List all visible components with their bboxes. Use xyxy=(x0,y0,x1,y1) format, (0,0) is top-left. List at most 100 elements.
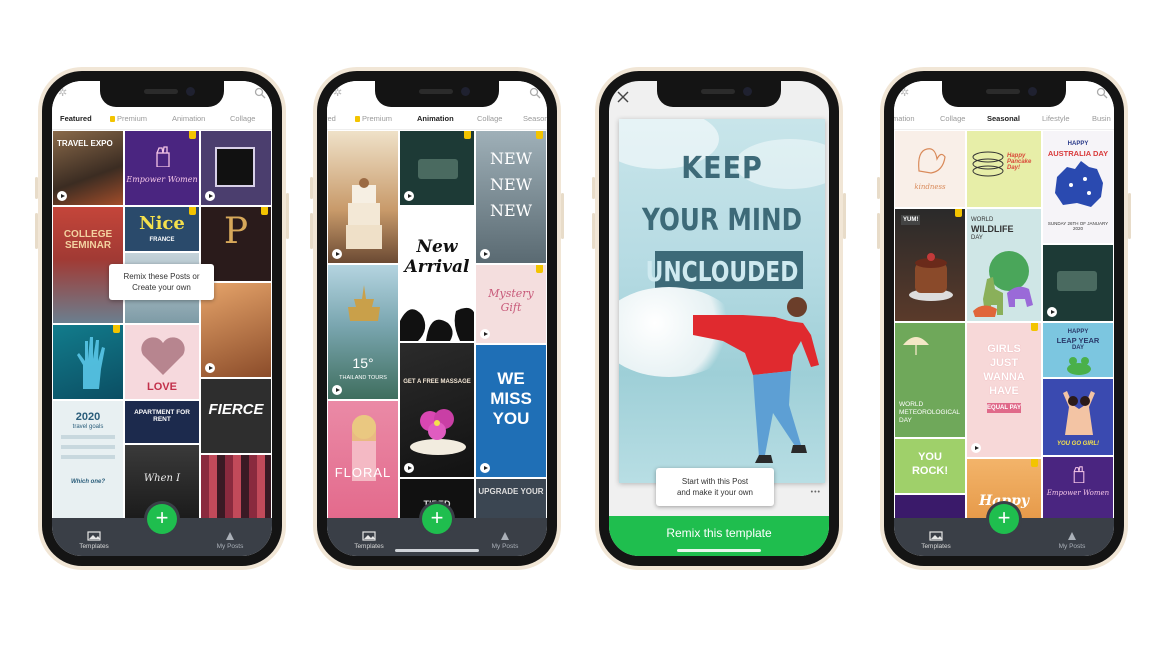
template-tile[interactable]: Empower Women xyxy=(1042,456,1114,518)
play-icon xyxy=(480,249,490,259)
template-tile[interactable] xyxy=(399,130,475,206)
template-tile[interactable]: FLORAL xyxy=(327,400,399,518)
phone-body: ✲ red Premium Animation Collage Season 1… xyxy=(317,71,557,566)
tile-text: HAPPY xyxy=(1067,329,1089,335)
onboarding-tooltip[interactable]: Remix these Posts or Create your own xyxy=(109,264,214,300)
template-tile[interactable]: Nice FRANCE xyxy=(124,206,200,252)
side-button xyxy=(592,213,595,249)
template-tile[interactable] xyxy=(52,324,124,400)
template-tile[interactable]: 15° THAILAND TOURS xyxy=(327,264,399,400)
tab-animation[interactable]: mation xyxy=(894,114,915,123)
nav-my-posts[interactable]: My Posts xyxy=(210,531,250,550)
tab-premium[interactable]: Premium xyxy=(355,114,392,123)
template-tile[interactable]: YOU GO GIRL! xyxy=(1042,378,1114,456)
template-tile[interactable]: New Arrival xyxy=(399,206,475,342)
template-tile[interactable] xyxy=(327,130,399,264)
template-tile[interactable]: WORLD METEOROLOGICAL DAY xyxy=(894,322,966,438)
nav-templates[interactable]: Templates xyxy=(74,531,114,550)
tile-text: JUST xyxy=(989,357,1019,369)
template-tile[interactable]: YUM! xyxy=(894,208,966,322)
tile-text: GET A FREE MASSAGE xyxy=(403,379,471,385)
tile-text: THAILAND TOURS xyxy=(339,375,387,381)
template-tile[interactable] xyxy=(1042,244,1114,322)
tile-text: FRANCE xyxy=(149,237,175,243)
search-icon[interactable] xyxy=(1096,87,1108,99)
tab-collage[interactable]: Collage xyxy=(230,114,255,123)
fist-icon xyxy=(156,146,170,167)
tab-business[interactable]: Busin xyxy=(1092,114,1111,123)
side-button xyxy=(561,193,564,239)
tooltip-text: and make it your own xyxy=(676,488,754,497)
onboarding-tooltip[interactable]: Start with this Post and make it your ow… xyxy=(656,468,774,506)
nav-templates[interactable]: Templates xyxy=(349,531,389,550)
nav-my-posts[interactable]: My Posts xyxy=(1052,531,1092,550)
tab-featured[interactable]: red xyxy=(327,114,336,123)
template-preview[interactable]: KEEP YOUR MIND UNCLOUDED xyxy=(619,119,825,483)
side-button xyxy=(877,177,880,199)
tile-text: NEW xyxy=(489,201,533,220)
tab-animation[interactable]: Animation xyxy=(172,114,205,123)
headline-text: UNCLOUDED xyxy=(645,255,799,288)
tile-text: EQUAL PAY xyxy=(987,405,1021,411)
tile-text: 15° xyxy=(352,355,374,371)
template-tile[interactable] xyxy=(200,454,272,518)
template-tile[interactable]: YOU ROCK! xyxy=(894,438,966,494)
gear-icon[interactable]: ✲ xyxy=(900,88,911,99)
template-tile[interactable]: FIERCE xyxy=(200,378,272,454)
tab-lifestyle[interactable]: Lifestyle xyxy=(1042,114,1070,123)
gear-icon[interactable]: ✲ xyxy=(333,88,344,99)
template-tile[interactable]: TRAVEL EXPO xyxy=(52,130,124,206)
close-icon[interactable] xyxy=(617,91,629,103)
search-icon[interactable] xyxy=(529,87,541,99)
template-tile[interactable]: HAPPY LEAP YEAR DAY xyxy=(1042,322,1114,378)
template-tile[interactable]: GET A FREE MASSAGE xyxy=(399,342,475,478)
phone-featured: ✲ Featured Premium Animation Collage TRA… xyxy=(35,67,289,570)
nav-my-posts[interactable]: My Posts xyxy=(485,531,525,550)
tile-text: WANNA xyxy=(983,371,1025,383)
template-tile[interactable]: Empower Women xyxy=(124,130,200,206)
home-indicator xyxy=(395,549,479,552)
create-post-button[interactable]: + xyxy=(422,504,452,534)
nav-label: Templates xyxy=(921,543,951,550)
tab-featured[interactable]: Featured xyxy=(60,114,92,123)
template-tile[interactable]: Mystery Gift xyxy=(475,264,547,344)
template-tile[interactable]: 2020 travel goals Which one? xyxy=(52,400,124,518)
blob-shapes xyxy=(400,308,474,341)
tile-text: FLORAL xyxy=(334,465,392,480)
tile-text: Gift xyxy=(500,301,522,314)
bottom-nav: Templates + My Posts xyxy=(894,504,1114,556)
tab-animation[interactable]: Animation xyxy=(417,114,454,123)
nav-templates[interactable]: Templates xyxy=(916,531,956,550)
more-options-icon[interactable]: ••• xyxy=(811,489,821,496)
template-tile[interactable]: kindness xyxy=(894,130,966,208)
cake-icon xyxy=(346,178,382,249)
side-button xyxy=(592,177,595,199)
template-tile[interactable]: Happy Pancake Day! xyxy=(966,130,1042,208)
template-tile[interactable]: GIRLS JUST WANNA HAVE EQUAL PAY xyxy=(966,322,1042,458)
temple-icon xyxy=(348,285,380,321)
template-tile[interactable] xyxy=(200,130,272,206)
create-post-button[interactable]: + xyxy=(989,504,1019,534)
template-tile[interactable] xyxy=(894,494,966,518)
create-post-button[interactable]: + xyxy=(147,504,177,534)
template-tile[interactable]: LOVE xyxy=(124,324,200,400)
tooltip-text: Start with this Post xyxy=(681,477,749,486)
template-tile[interactable]: WE MISS YOU xyxy=(475,344,547,478)
premium-badge xyxy=(189,131,196,139)
play-icon xyxy=(57,191,67,201)
tab-premium[interactable]: Premium xyxy=(110,114,147,123)
side-button xyxy=(35,213,38,249)
tab-seasonal[interactable]: Season xyxy=(523,114,547,123)
tab-collage[interactable]: Collage xyxy=(477,114,502,123)
template-tile[interactable]: UPGRADE YOUR xyxy=(475,478,547,518)
tab-seasonal[interactable]: Seasonal xyxy=(987,114,1020,123)
tile-text: NEW xyxy=(489,149,533,168)
tab-collage[interactable]: Collage xyxy=(940,114,965,123)
template-tile[interactable]: APARTMENT FOR RENT xyxy=(124,400,200,444)
template-tile[interactable]: WORLD WILDLIFE DAY xyxy=(966,208,1042,322)
search-icon[interactable] xyxy=(254,87,266,99)
template-tile[interactable]: NEW NEW NEW xyxy=(475,130,547,264)
template-tile[interactable]: HAPPY AUSTRALIA DAY SUNDAY 26TH OF JANUA… xyxy=(1042,130,1114,244)
my-posts-icon xyxy=(226,532,234,540)
gear-icon[interactable]: ✲ xyxy=(58,88,69,99)
